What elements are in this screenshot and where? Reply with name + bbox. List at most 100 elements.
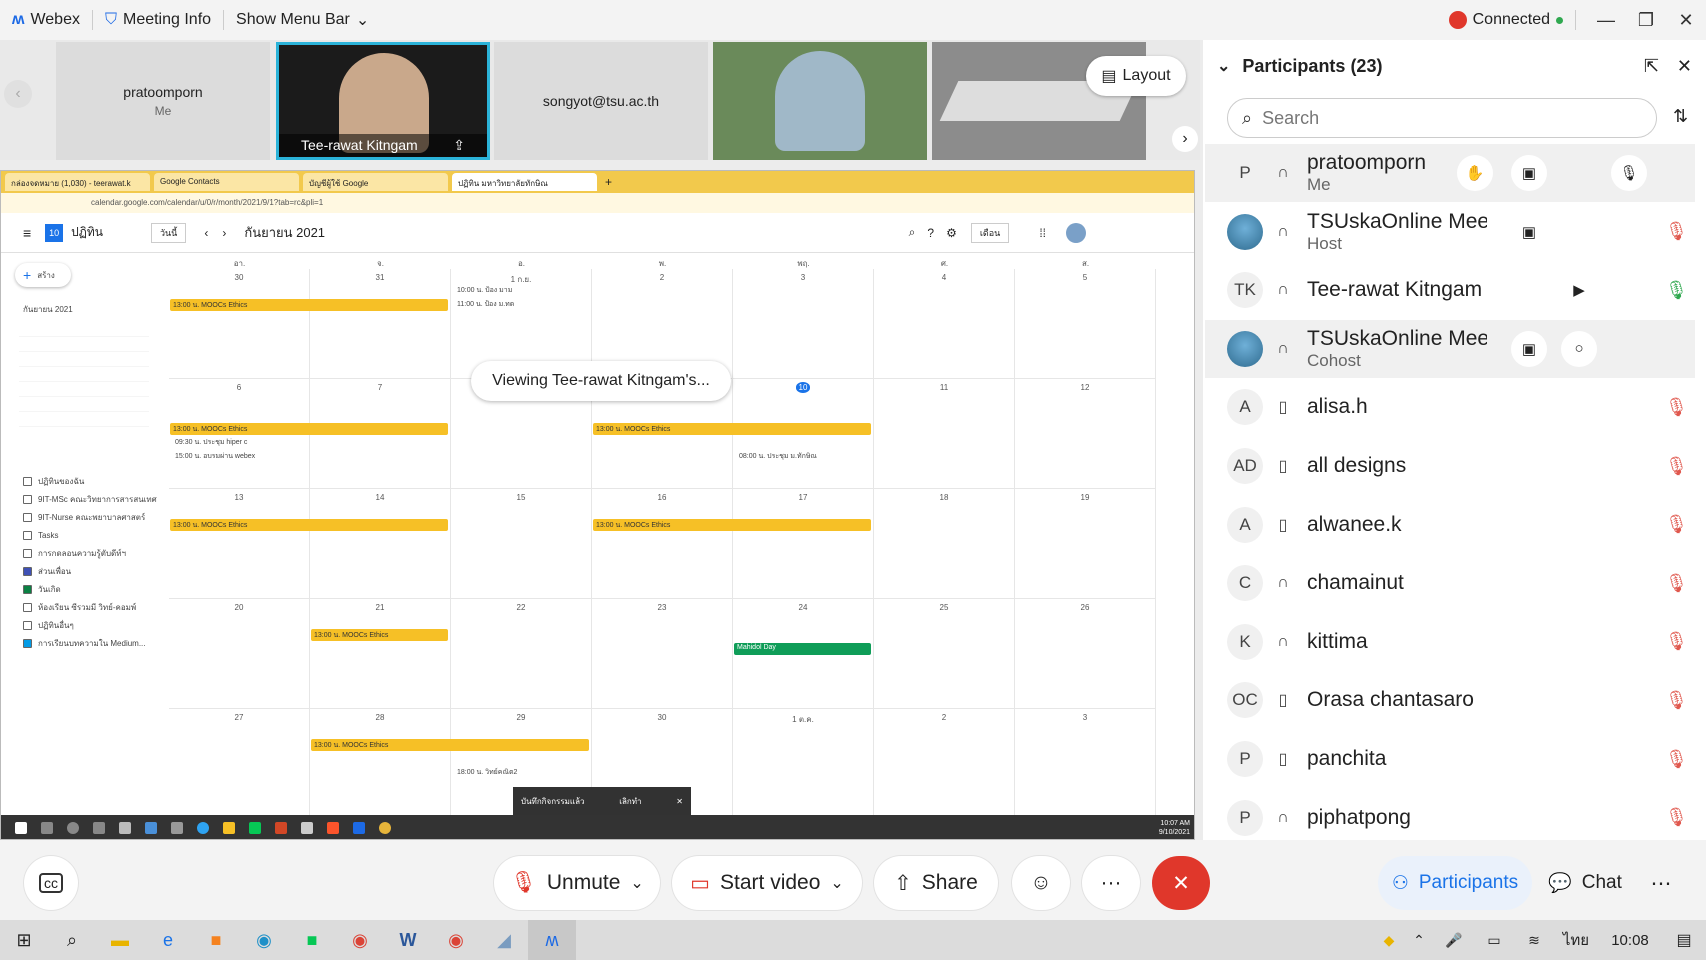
day-cell[interactable]: 22 — [451, 599, 592, 709]
mic-muted-icon[interactable]: 🎙 — [1665, 749, 1688, 770]
video-tile-active-speaker[interactable]: Tee-rawat Kitngam ⇪ — [276, 42, 490, 160]
calendar-list-item[interactable]: 9IT-MSc คณะวิทยาการสารสนเทศ — [23, 490, 161, 508]
participant-row[interactable]: K ∩ kittima 🎙 — [1205, 613, 1695, 671]
address-bar[interactable]: calendar.google.com/calendar/u/0/r/month… — [1, 193, 1194, 213]
edge-icon[interactable]: ◉ — [240, 920, 288, 960]
presenter-card-button[interactable]: ▣ — [1511, 330, 1547, 367]
strip-next-button[interactable]: › — [1172, 126, 1198, 152]
apps-icon[interactable]: ⁞⁞ — [1039, 226, 1046, 240]
presenter-card-icon[interactable]: ▣ — [1511, 214, 1547, 250]
gear-icon[interactable]: ⚙ — [946, 226, 957, 240]
show-menu-bar-button[interactable]: Show Menu Bar ⌄ — [224, 0, 381, 40]
chrome-icon[interactable]: ◉ — [336, 920, 384, 960]
meeting-info-button[interactable]: ⛉ Meeting Info — [93, 0, 223, 40]
day-cell[interactable]: 21 — [310, 599, 451, 709]
mic-muted-icon[interactable]: 🎙 — [1665, 807, 1688, 828]
participant-row[interactable]: P ∩ pratoomporn Me ✋ ▣ 🎙 — [1205, 144, 1695, 202]
app-icon[interactable]: ◢ — [480, 920, 528, 960]
calendar-list-item[interactable]: ส่วนเพื่อน — [23, 562, 161, 580]
mic-active-icon[interactable]: 🎙 — [1665, 280, 1688, 301]
calendar-event[interactable]: Mahidol Day — [734, 643, 871, 655]
participant-row[interactable]: ∩ TSUskaOnline Meetin...Host ▣ 🎙 — [1205, 203, 1695, 261]
close-icon[interactable]: ✕ — [676, 797, 683, 806]
today-button[interactable]: วันนี้ — [150, 222, 187, 243]
day-cell[interactable]: 5 — [1015, 269, 1156, 379]
mic-muted-icon[interactable]: 🎙 — [1665, 631, 1688, 652]
create-button[interactable]: + สร้าง — [15, 263, 71, 287]
participants-button[interactable]: ⚇ Participants — [1378, 856, 1532, 910]
calendar-event[interactable]: 13:00 น. MOOCs Ethics — [170, 299, 448, 311]
calendar-list-item[interactable]: 9IT-Nurse คณะพยาบาลศาสตร์ — [23, 508, 161, 526]
participant-row[interactable]: A ▯ alisa.h 🎙 — [1205, 378, 1695, 436]
mic-muted-icon[interactable]: 🎙 — [1665, 456, 1688, 477]
language-indicator[interactable]: ไทย — [1554, 920, 1598, 960]
day-cell[interactable]: 1 ต.ค. — [733, 709, 874, 819]
mic-muted-icon[interactable]: 🎙 — [1665, 221, 1688, 242]
day-cell[interactable]: 25 — [874, 599, 1015, 709]
wifi-icon[interactable]: ≋ — [1514, 920, 1554, 960]
calendar-list-item[interactable]: ปฏิทินอื่นๆ — [23, 616, 161, 634]
day-cell[interactable]: 20 — [169, 599, 310, 709]
captions-button[interactable]: cc — [24, 856, 78, 910]
browser-tab[interactable]: บัญชีผู้ใช้ Google — [303, 173, 448, 191]
clock[interactable]: 10:08 — [1598, 920, 1662, 960]
chat-bubble-button[interactable]: ○ — [1561, 330, 1597, 367]
tray-app-icon[interactable]: ◆ — [1374, 920, 1404, 960]
webex-taskbar-icon[interactable]: ʍ — [528, 920, 576, 960]
participant-row[interactable]: AD ▯ all designs 🎙 — [1205, 437, 1695, 495]
participant-row[interactable]: P ▯ panchita 🎙 — [1205, 730, 1695, 788]
calendar-event[interactable]: 13:00 น. MOOCs Ethics — [170, 519, 448, 531]
hamburger-icon[interactable]: ≡ — [23, 225, 31, 241]
browser-tab-active[interactable]: ปฏิทิน มหาวิทยาลัยทักษิณ — [452, 173, 597, 191]
search-icon[interactable]: ⌕ — [909, 225, 916, 240]
popout-icon[interactable]: ⇱ — [1644, 56, 1659, 77]
day-cell[interactable]: 28 — [310, 709, 451, 819]
unmute-button[interactable]: 🎙 Unmute ⌄ — [494, 856, 660, 910]
calendar-list-item[interactable]: ห้องเรียน ซีรวมมี วิทย์-คอมพ์ — [23, 598, 161, 616]
day-cell[interactable]: 2 — [874, 709, 1015, 819]
day-cell[interactable]: 31 — [310, 269, 451, 379]
calendar-event-timed[interactable]: 08:00 น. ประชุม ม.ทักษิณ — [739, 451, 817, 462]
new-tab-icon[interactable]: + — [605, 175, 612, 189]
share-button[interactable]: ⇧ Share — [874, 856, 998, 910]
day-cell[interactable]: 30 — [169, 269, 310, 379]
calendar-event[interactable]: 13:00 น. MOOCs Ethics — [593, 423, 871, 435]
day-cell[interactable]: 26 — [1015, 599, 1156, 709]
start-video-button[interactable]: ▭ Start video ⌄ — [672, 856, 862, 910]
participant-row[interactable]: P ∩ piphatpong 🎙 — [1205, 789, 1695, 847]
restore-button[interactable]: ❐ — [1626, 10, 1666, 31]
day-cell[interactable]: 12 — [1015, 379, 1156, 489]
calendar-event[interactable]: 13:00 น. MOOCs Ethics — [170, 423, 448, 435]
video-tile-participant-4[interactable] — [713, 42, 927, 160]
layout-button[interactable]: ▤ Layout — [1086, 56, 1186, 96]
calendar-event-timed[interactable]: 15:00 น. อบรมผ่าน webex — [175, 451, 255, 462]
calendar-event-timed[interactable]: 18:00 น. วิทย์คณิต2 — [457, 767, 517, 778]
strip-prev-button[interactable]: ‹ — [4, 80, 32, 108]
close-panel-icon[interactable]: ✕ — [1677, 56, 1692, 77]
calendar-list-item[interactable]: Tasks — [23, 526, 161, 544]
participant-row[interactable]: ∩ TSUskaOnline Meeti...Cohost ▣ ○ — [1205, 319, 1695, 378]
notifications-icon[interactable]: ▤ — [1662, 920, 1706, 960]
day-cell[interactable]: 3 — [1015, 709, 1156, 819]
sort-icon[interactable]: ⇅ — [1673, 106, 1688, 127]
calendar-event[interactable]: 13:00 น. MOOCs Ethics — [311, 739, 589, 751]
participant-row[interactable]: TK ∩ Tee-rawat Kitngam ▶ 🎙 — [1205, 261, 1695, 319]
calendar-event-timed[interactable]: 11:00 น. ป้อง ม.ทด — [457, 299, 514, 310]
video-tile-self[interactable]: pratoomporn Me — [56, 42, 270, 160]
calendar-list-item[interactable]: ปฏิทินของฉัน — [23, 472, 161, 490]
collapse-chevron-icon[interactable]: ⌄ — [1217, 56, 1230, 76]
search-input[interactable]: ⌕ Search — [1227, 98, 1657, 138]
webex-menu[interactable]: ʍ Webex — [0, 0, 92, 40]
windows-start-icon[interactable]: ⊞ — [0, 920, 48, 960]
video-camera-icon[interactable]: ▶ — [1561, 272, 1597, 308]
participant-row[interactable]: OC ▯ Orasa chantasaro 🎙 — [1205, 671, 1695, 729]
calendar-list-item[interactable]: การกดลอนความรู้ตับดีท์ฯ — [23, 544, 161, 562]
mic-muted-icon[interactable]: 🎙 — [1665, 514, 1688, 535]
browser-tab[interactable]: กล่องจดหมาย (1,030) - teerawat.k — [5, 173, 150, 191]
chat-button[interactable]: 💬 Chat — [1540, 856, 1630, 910]
reactions-button[interactable]: ☺ — [1012, 856, 1070, 910]
day-cell[interactable]: 18 — [874, 489, 1015, 599]
ie-icon[interactable]: e — [144, 920, 192, 960]
day-cell[interactable]: 3 — [733, 269, 874, 379]
day-cell[interactable]: 23 — [592, 599, 733, 709]
